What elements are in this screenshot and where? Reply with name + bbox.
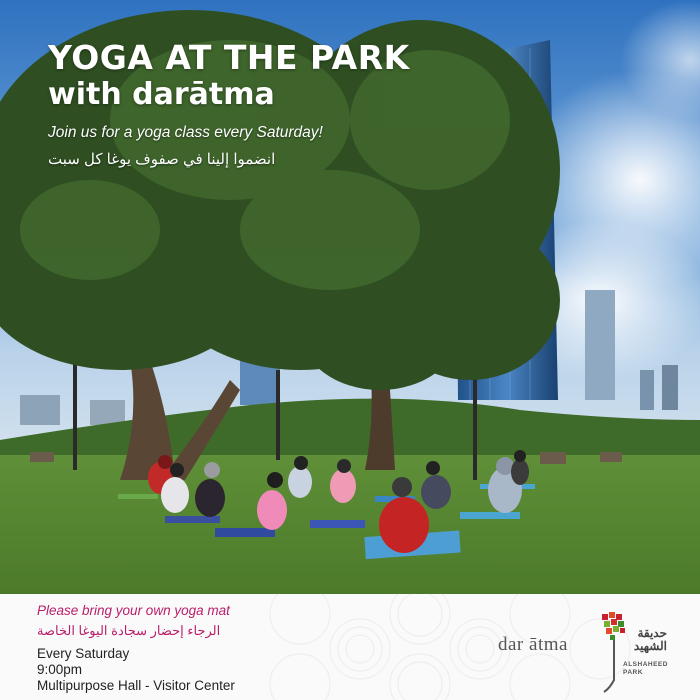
- park-name-arabic-line-2: الشهيد: [633, 639, 667, 653]
- park-name-english-line-1: ALSHAHEED: [623, 661, 668, 668]
- title-line-1: YOGA AT THE PARK: [48, 38, 410, 77]
- subtitle-english: Join us for a yoga class every Saturday!: [48, 124, 323, 141]
- footer-panel: Please bring your own yoga mat الرجاء إح…: [0, 594, 700, 700]
- schedule-day: Every Saturday: [37, 646, 130, 661]
- event-poster: YOGA AT THE PARK with darātma Join us fo…: [0, 0, 700, 700]
- park-name-english-line-2: PARK: [623, 669, 643, 676]
- park-name-arabic: حديقة الشهيد: [617, 627, 667, 653]
- title-line-2: with darātma: [48, 77, 275, 112]
- daratma-logo: dar ātma: [498, 634, 568, 655]
- alshaheed-park-logo-icon: [602, 612, 625, 693]
- event-location: Multipurpose Hall - Visitor Center: [37, 678, 235, 693]
- park-photo: YOGA AT THE PARK with darātma Join us fo…: [0, 0, 700, 594]
- bring-mat-note-english: Please bring your own yoga mat: [37, 603, 230, 618]
- schedule-time: 9:00pm: [37, 662, 83, 677]
- bring-mat-note-arabic: الرجاء إحضار سجادة اليوغا الخاصة: [37, 623, 221, 638]
- park-name-english: ALSHAHEED PARK: [623, 661, 668, 677]
- subtitle-arabic: انضموا إلينا في صفوف يوغا كل سبت: [48, 151, 276, 168]
- headline: YOGA AT THE PARK with darātma: [48, 38, 410, 112]
